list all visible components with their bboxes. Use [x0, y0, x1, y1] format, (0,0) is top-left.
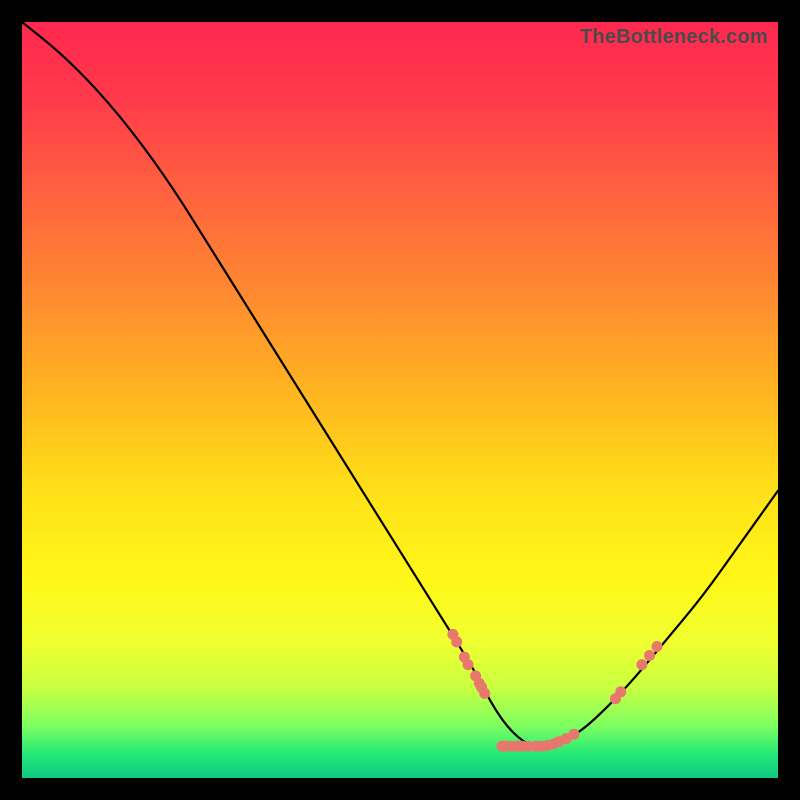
data-marker: [451, 636, 462, 647]
chart-frame: TheBottleneck.com: [0, 0, 800, 800]
plot-area: TheBottleneck.com: [22, 22, 778, 778]
bottleneck-curve: [22, 22, 778, 748]
data-marker: [568, 729, 579, 740]
data-marker: [644, 650, 655, 661]
data-marker: [615, 686, 626, 697]
data-marker: [652, 641, 663, 652]
data-marker: [636, 659, 647, 670]
data-marker: [463, 659, 474, 670]
data-marker: [479, 688, 490, 699]
marker-group: [447, 629, 662, 752]
curve-layer: [22, 22, 778, 778]
